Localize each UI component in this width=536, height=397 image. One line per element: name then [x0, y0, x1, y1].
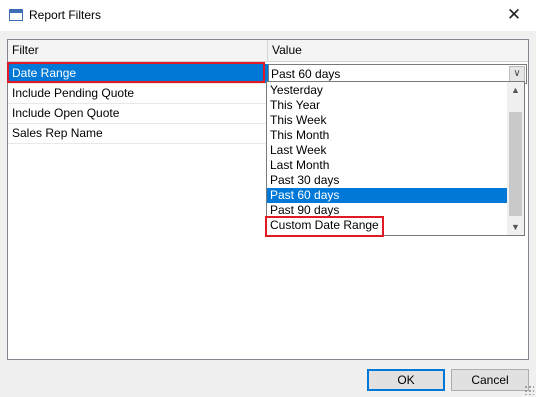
dropdown-scrollbar[interactable]: ▲ ▼	[507, 82, 524, 235]
chevron-down-icon[interactable]: ∨	[509, 66, 525, 82]
filter-row-sales-rep-name[interactable]: Sales Rep Name	[8, 124, 268, 144]
filter-row-include-open-quote[interactable]: Include Open Quote	[8, 104, 268, 124]
resize-grip-icon[interactable]	[524, 385, 534, 395]
option-this-month[interactable]: This Month	[267, 128, 508, 143]
scrollbar-thumb[interactable]	[509, 112, 522, 216]
grid-header: Filter Value	[8, 40, 528, 62]
option-this-year[interactable]: This Year	[267, 98, 508, 113]
close-icon[interactable]: ✕	[492, 0, 536, 31]
option-past-60-days[interactable]: Past 60 days	[267, 188, 508, 203]
filter-column-header[interactable]: Filter	[8, 40, 268, 61]
title-bar: Report Filters ✕	[0, 0, 536, 31]
option-past-30-days[interactable]: Past 30 days	[267, 173, 508, 188]
value-column-header[interactable]: Value	[268, 40, 528, 61]
scroll-up-icon[interactable]: ▲	[507, 82, 524, 98]
scroll-down-icon[interactable]: ▼	[507, 219, 524, 235]
filter-row-include-pending-quote[interactable]: Include Pending Quote	[8, 84, 268, 104]
window-icon	[9, 9, 23, 21]
option-this-week[interactable]: This Week	[267, 113, 508, 128]
filter-row-date-range[interactable]: Date Range	[8, 64, 268, 84]
option-past-90-days[interactable]: Past 90 days	[267, 203, 508, 218]
option-custom-date-range[interactable]: Custom Date Range	[267, 218, 508, 233]
option-last-week[interactable]: Last Week	[267, 143, 508, 158]
option-yesterday[interactable]: Yesterday	[267, 83, 508, 98]
cancel-button[interactable]: Cancel	[451, 369, 529, 391]
window-title: Report Filters	[29, 8, 102, 22]
ok-button[interactable]: OK	[367, 369, 445, 391]
option-last-month[interactable]: Last Month	[267, 158, 508, 173]
date-range-dropdown-list[interactable]: Yesterday This Year This Week This Month…	[266, 81, 525, 236]
